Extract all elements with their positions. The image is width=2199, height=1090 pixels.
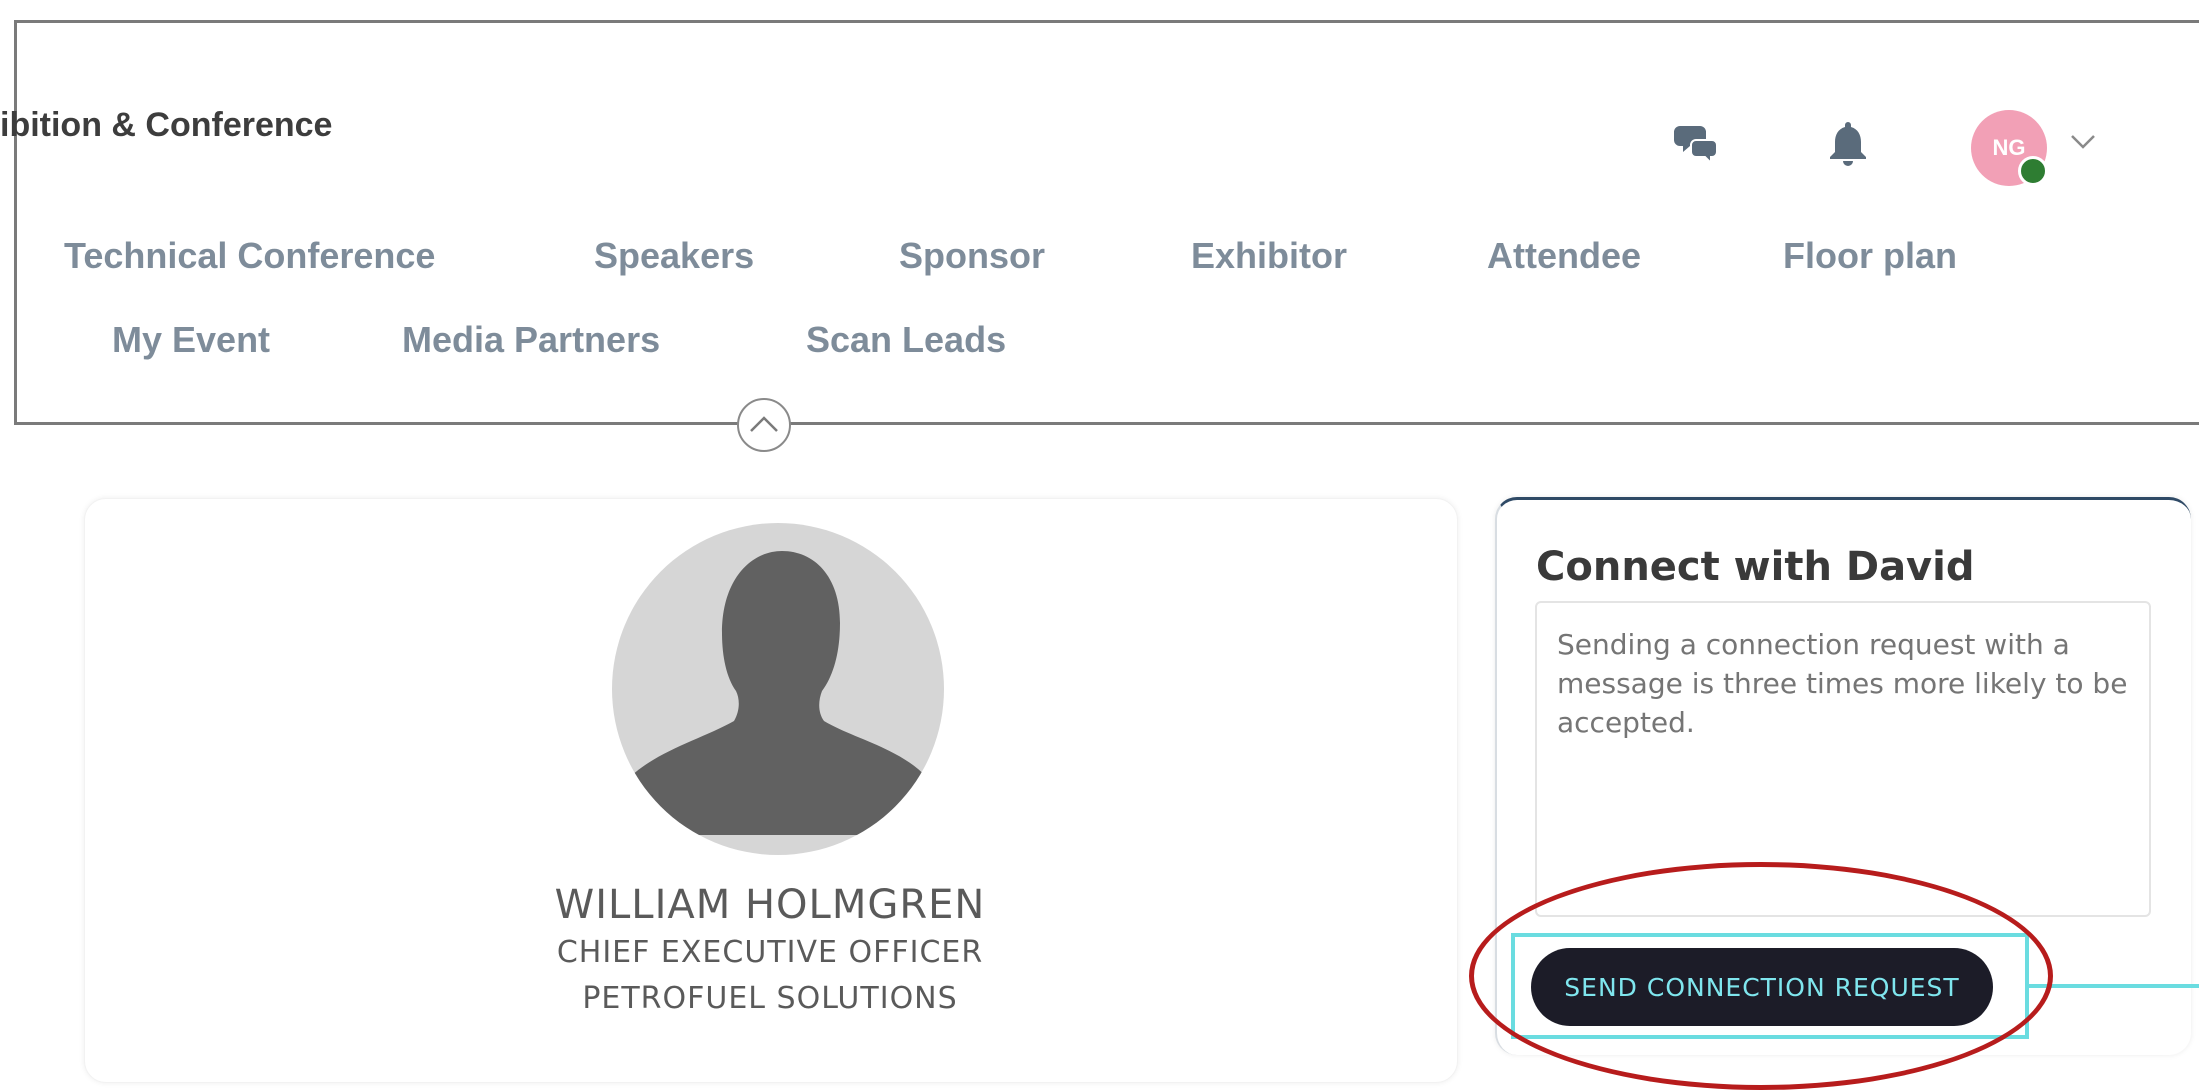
nav-attendee[interactable]: Attendee <box>1487 235 1641 277</box>
person-silhouette-icon <box>612 523 944 855</box>
connect-title: Connect with David <box>1536 544 1975 590</box>
nav-speakers[interactable]: Speakers <box>594 235 754 277</box>
nav-technical-conference[interactable]: Technical Conference <box>64 235 435 277</box>
nav-floor-plan[interactable]: Floor plan <box>1783 235 1957 277</box>
event-title: ibition & Conference <box>0 106 333 144</box>
top-header <box>14 20 2199 425</box>
bell-icon[interactable] <box>1828 118 1868 166</box>
online-status-dot <box>2018 156 2048 186</box>
nav-exhibitor[interactable]: Exhibitor <box>1191 235 1347 277</box>
nav-my-event[interactable]: My Event <box>112 319 270 361</box>
nav-sponsor[interactable]: Sponsor <box>899 235 1045 277</box>
profile-name: WILLIAM HOLMGREN <box>554 882 986 928</box>
nav-scan-leads[interactable]: Scan Leads <box>806 319 1006 361</box>
profile-company: PETROFUEL SOLUTIONS <box>582 981 958 1016</box>
nav-media-partners[interactable]: Media Partners <box>402 319 660 361</box>
chevron-down-icon[interactable] <box>2068 126 2098 156</box>
collapse-header-button[interactable] <box>737 398 791 452</box>
profile-job-title: CHIEF EXECUTIVE OFFICER <box>556 935 984 970</box>
chevron-up-icon <box>750 416 778 432</box>
chat-bubbles-icon[interactable] <box>1674 118 1722 166</box>
highlight-connector-line <box>2029 984 2199 988</box>
highlight-circle <box>1469 862 2053 1090</box>
